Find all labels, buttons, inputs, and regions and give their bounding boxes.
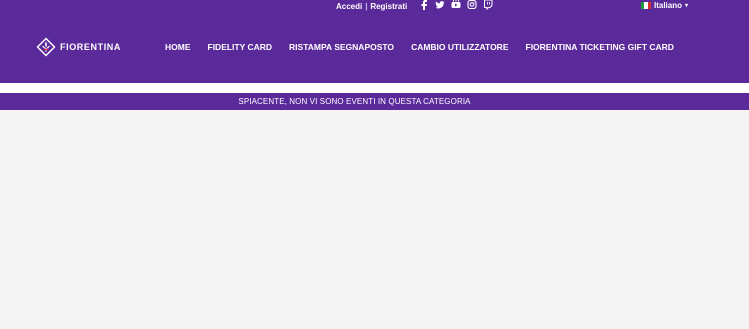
auth-links: Accedi | Registrati — [336, 0, 407, 12]
italy-flag-icon — [641, 2, 651, 9]
no-events-message: SPIACENTE, NON VI SONO EVENTI IN QUESTA … — [238, 97, 471, 106]
header-divider — [0, 83, 749, 93]
nav-item-fidelity-card[interactable]: FIDELITY CARD — [208, 42, 273, 52]
brand-logo[interactable]: FIORENTINA — [36, 37, 121, 57]
nav-item-ristampa-segnaposto[interactable]: RISTAMPA SEGNAPOSTO — [289, 42, 394, 52]
nav-item-home[interactable]: HOME — [165, 42, 191, 52]
nav-item-gift-card[interactable]: FIORENTINA TICKETING GIFT CARD — [526, 42, 674, 52]
fiorentina-lily-icon — [36, 37, 56, 57]
brand-name: FIORENTINA — [60, 42, 121, 52]
no-events-banner: SPIACENTE, NON VI SONO EVENTI IN QUESTA … — [0, 93, 749, 110]
main-navigation: HOME FIDELITY CARD RISTAMPA SEGNAPOSTO C… — [165, 42, 674, 52]
nav-item-cambio-utilizzatore[interactable]: CAMBIO UTILIZZATORE — [411, 42, 508, 52]
chevron-down-icon: ▾ — [685, 3, 689, 9]
twitter-icon[interactable] — [435, 0, 445, 10]
auth-separator: | — [365, 1, 368, 11]
youtube-icon[interactable] — [451, 0, 461, 10]
twitch-icon[interactable] — [483, 0, 493, 10]
social-links — [419, 0, 493, 10]
register-link[interactable]: Registrati — [370, 2, 407, 11]
language-selector[interactable]: Italiano ▾ — [641, 0, 688, 11]
facebook-icon[interactable] — [419, 0, 429, 10]
language-label: Italiano — [654, 1, 683, 10]
instagram-icon[interactable] — [467, 0, 477, 10]
site-header: Accedi | Registrati Italiano ▾ FIORENTIN… — [0, 0, 749, 83]
login-link[interactable]: Accedi — [336, 2, 362, 11]
